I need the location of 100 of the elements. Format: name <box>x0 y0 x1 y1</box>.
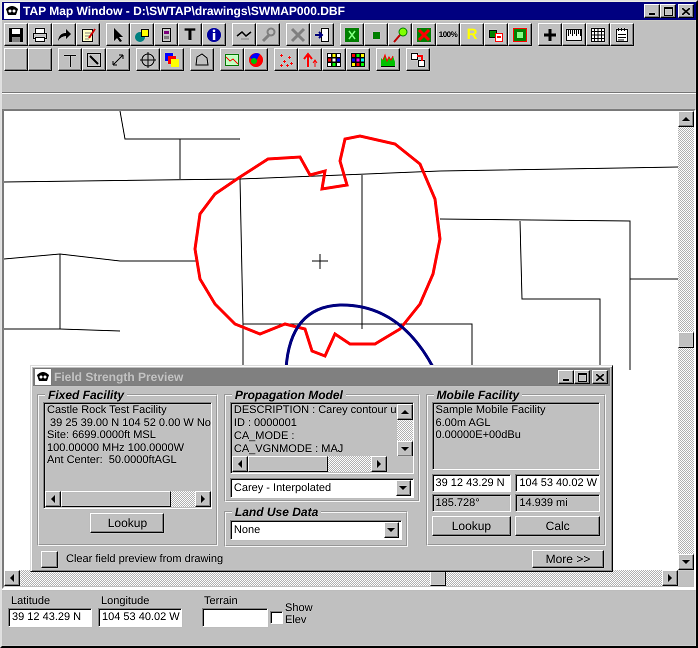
cross-icon <box>290 26 306 42</box>
toolbar-button[interactable] <box>508 23 532 46</box>
land-use-dropdown[interactable]: None <box>230 520 402 540</box>
toolbar-button[interactable] <box>202 23 226 46</box>
crosshair-icon <box>140 52 156 68</box>
close-button[interactable] <box>678 4 694 18</box>
latitude-field[interactable]: 39 12 43.29 N <box>8 608 92 627</box>
calc-button[interactable]: Calc <box>515 516 600 536</box>
toolbar-button[interactable] <box>538 23 562 46</box>
terrain-label: Terrain <box>203 595 238 607</box>
toolbar-button[interactable] <box>82 48 106 71</box>
toolbar-button[interactable] <box>562 23 586 46</box>
close-icon <box>596 374 604 380</box>
more-button[interactable]: More >> <box>532 550 604 568</box>
close-button[interactable] <box>592 370 608 384</box>
minimize-button[interactable] <box>644 4 660 18</box>
toolbar-button[interactable] <box>190 48 214 71</box>
globe-icon <box>248 52 264 68</box>
list-line: 39 25 39.00 N 104 52 0.00 W No <box>49 416 211 429</box>
longitude-field[interactable]: 104 53 40.02 W <box>98 608 182 627</box>
lookup-button[interactable]: Lookup <box>90 513 164 533</box>
toolbar-button[interactable] <box>28 48 52 71</box>
toolbar-button[interactable]: 100% <box>436 23 460 46</box>
toolbar-button[interactable] <box>406 48 430 71</box>
list-line: 100.00000 MHz 100.0000W <box>46 442 185 454</box>
horizontal-scrollbar[interactable] <box>45 491 211 507</box>
toolbar-button[interactable] <box>310 23 334 46</box>
door-arrow-icon <box>314 26 330 42</box>
show-elev-label: Show Elev <box>285 602 314 626</box>
window-title: TAP Map Window - D:\SWTAP\drawings\SWMAP000.DBF <box>23 4 345 18</box>
color-grid-icon <box>350 52 366 68</box>
toolbar-button[interactable] <box>376 48 400 71</box>
list-line: Sample Mobile Facility <box>434 404 547 416</box>
toolbar-button[interactable] <box>364 23 388 46</box>
line-chart-icon <box>224 52 240 68</box>
toolbar-button[interactable] <box>28 23 52 46</box>
toolbar-button[interactable] <box>256 23 280 46</box>
toolbar-button[interactable] <box>232 23 256 46</box>
toolbar-button[interactable] <box>106 23 130 46</box>
toolbar-button[interactable] <box>388 23 412 46</box>
terrain-field[interactable] <box>202 608 268 627</box>
toolbar-button[interactable] <box>298 48 322 71</box>
maximize-button[interactable] <box>574 370 590 384</box>
toolbar-button[interactable] <box>4 48 28 71</box>
notepad-icon <box>614 26 630 42</box>
network-icon <box>410 52 426 68</box>
longitude-field[interactable]: 104 53 40.02 W <box>515 474 600 492</box>
toolbar-button[interactable] <box>274 48 298 71</box>
lookup-button[interactable]: Lookup <box>432 516 512 536</box>
group-heading: Propagation Model <box>234 388 344 402</box>
curved-arrow-icon <box>56 26 72 42</box>
dialog-title: Field Strength Preview <box>54 370 184 384</box>
maximize-button[interactable] <box>660 4 676 18</box>
clear-preview-label: Clear field preview from drawing <box>66 553 224 565</box>
polygon-icon <box>194 52 210 68</box>
toolbar-button[interactable] <box>76 23 100 46</box>
toolbar-button[interactable] <box>586 23 610 46</box>
toolbar-button[interactable] <box>412 23 436 46</box>
latitude-field[interactable]: 39 12 43.29 N <box>432 474 512 492</box>
list-box[interactable]: Castle Rock Test Facility 39 25 39.00 N 104 52 0.00 W No Site: 6699.0000ft MSL 100.00000 MHz 100.0000W Ant Center: 50.0000ftAGL <box>43 402 212 509</box>
toolbar-button[interactable] <box>58 48 82 71</box>
square-x-icon <box>344 26 360 42</box>
color-grid-icon <box>326 52 342 68</box>
clear-preview-button[interactable] <box>41 550 58 568</box>
list-line: DESCRIPTION : Carey contour u <box>232 404 396 417</box>
toolbar-button[interactable] <box>130 23 154 46</box>
list-line: Castle Rock Test Facility <box>46 404 168 416</box>
list-box[interactable]: DESCRIPTION : Carey contour u ID : 0000001 CA_MODE : CA_VGNMODE : MAJ <box>230 402 414 474</box>
toolbar-button[interactable] <box>322 48 346 71</box>
toolbar-button[interactable] <box>160 48 184 71</box>
toolbar-button[interactable] <box>610 23 634 46</box>
toolbar-button[interactable] <box>4 23 28 46</box>
cross-square-icon <box>416 26 432 42</box>
toolbar-button[interactable] <box>340 23 364 46</box>
show-elev-checkbox[interactable] <box>270 611 283 624</box>
up-arrows-icon <box>302 52 318 68</box>
model-dropdown[interactable]: Carey - Interpolated <box>230 478 414 498</box>
list-line: Ant Center: 50.0000ftAGL <box>46 454 178 466</box>
toolbar-button[interactable]: T <box>178 23 202 46</box>
toolbar-button[interactable] <box>106 48 130 71</box>
vertical-scrollbar[interactable] <box>678 111 694 570</box>
toolbar-button[interactable] <box>286 23 310 46</box>
list-line: 0.00000E+00dBu <box>434 429 522 442</box>
framed-square-icon <box>512 26 528 42</box>
list-line: 6.00m AGL <box>434 416 492 429</box>
toolbar-button[interactable] <box>244 48 268 71</box>
toolbar-button[interactable] <box>484 23 508 46</box>
toolbar-button[interactable] <box>346 48 370 71</box>
toolbar-button[interactable] <box>52 23 76 46</box>
list-line: CA_MODE : <box>232 430 296 443</box>
horizontal-scrollbar[interactable] <box>232 456 387 472</box>
app-icon <box>4 3 20 19</box>
minimize-button[interactable] <box>558 370 574 384</box>
layers-icon <box>164 52 180 68</box>
vertical-scrollbar[interactable] <box>396 404 412 456</box>
distance-field: 14.939 mi <box>515 494 600 512</box>
toolbar-button[interactable] <box>136 48 160 71</box>
toolbar-button[interactable] <box>220 48 244 71</box>
toolbar-button[interactable] <box>154 23 178 46</box>
group-heading: Fixed Facility <box>47 388 126 402</box>
